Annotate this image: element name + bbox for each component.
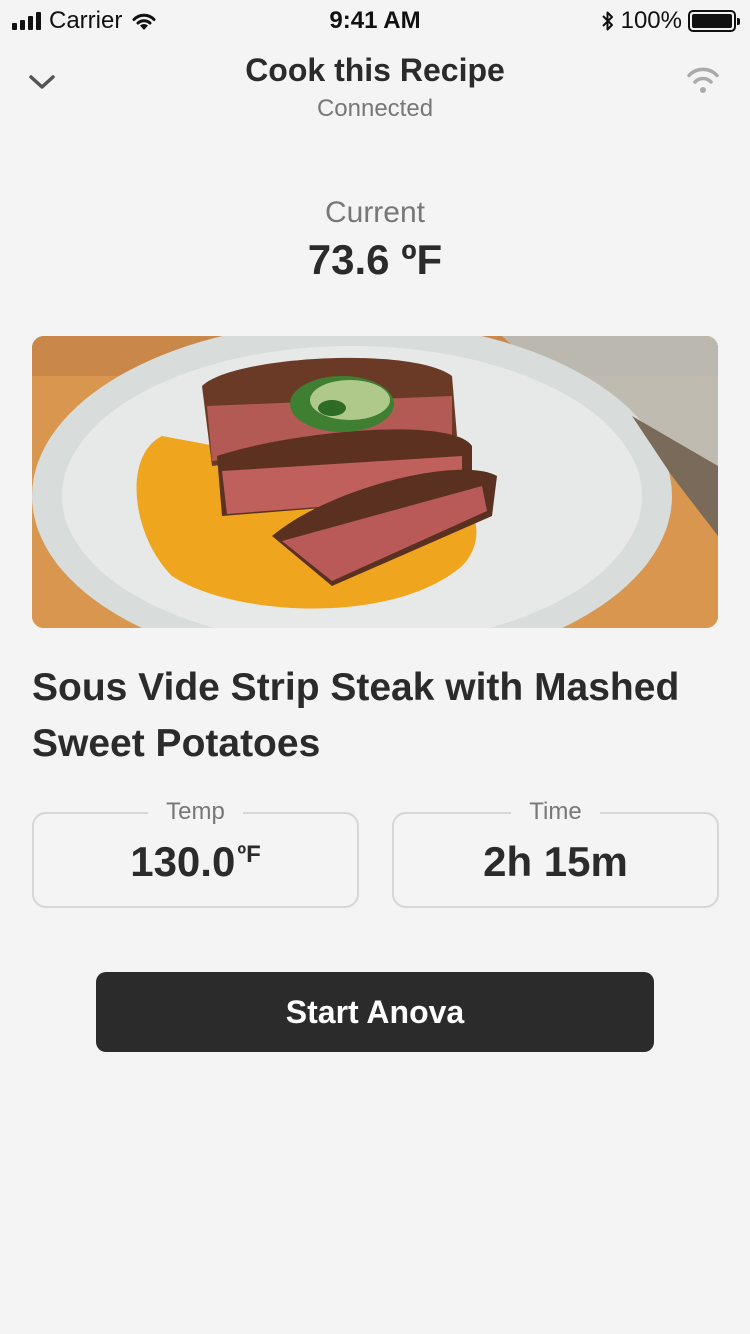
temp-label: Temp [148,798,243,826]
battery-percent: 100% [620,7,682,34]
page-title: Cook this Recipe [245,52,505,88]
current-temp-label: Current [324,196,426,229]
wifi-icon[interactable] [686,66,720,94]
start-anova-button[interactable]: Start Anova [96,972,654,1052]
battery-icon [688,10,740,32]
connection-status: Connected [316,95,434,122]
temp-value: 130.0 [130,838,236,885]
status-bar: Carrier 9:41 AM 100% [0,0,750,40]
status-right: 100% [601,7,740,35]
time-label: Time [511,798,600,826]
recipe-image [32,336,718,628]
bluetooth-icon [601,11,613,31]
temp-setting[interactable]: Temp 130.0ºF [32,798,359,908]
temp-unit: ºF [237,841,261,868]
time-setting[interactable]: Time 2h 15m [392,798,719,908]
recipe-title: Sous Vide Strip Steak with Mashed Sweet … [32,666,680,765]
temp-value-wrap: 130.0ºF [34,838,357,886]
time-value: 2h 15m [483,838,628,885]
current-temp-value: 73.6 ºF [307,236,443,283]
